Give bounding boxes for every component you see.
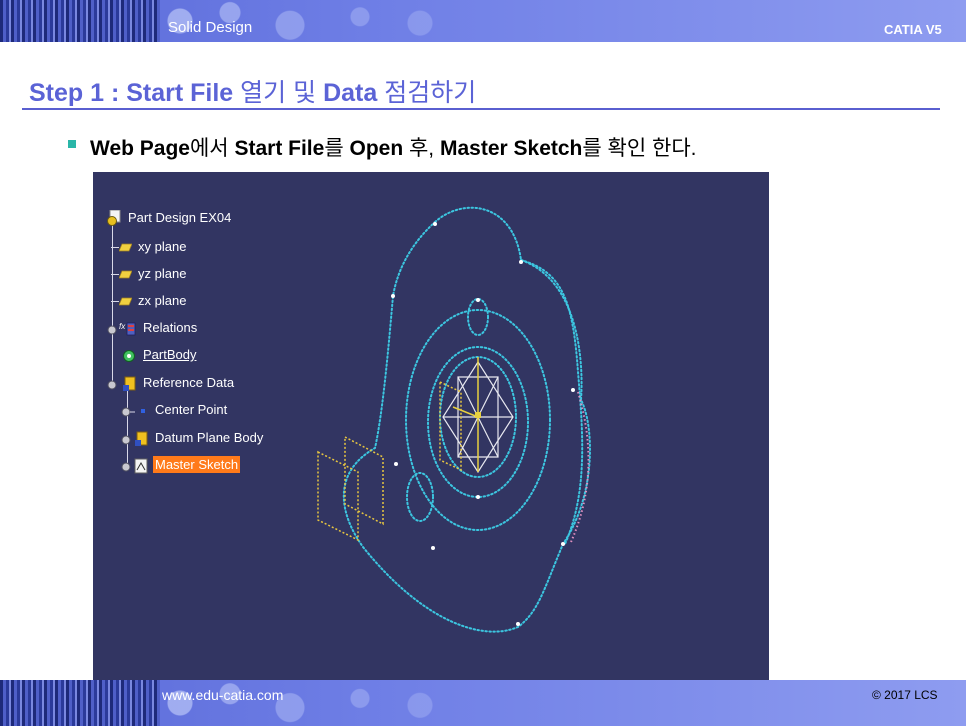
sketch-icon xyxy=(121,458,148,474)
tree-node-label: Part Design EX04 xyxy=(128,210,232,225)
page-title: Step 1 : Start File 열기 및 Data 점검하기 xyxy=(29,73,476,109)
section-title: Solid Design xyxy=(168,19,253,36)
partbody-icon xyxy=(123,349,135,362)
point-icon xyxy=(121,407,145,417)
instruction-part: Start File xyxy=(234,137,325,160)
instruction-part: 후, xyxy=(403,137,440,160)
instruction-part: 에서 xyxy=(189,137,235,160)
tree-branch xyxy=(111,247,119,249)
tree-node-label: Master Sketch xyxy=(153,456,241,473)
footer-band: www.edu-catia.com © 2017 LCS xyxy=(0,680,966,726)
instruction: Web Page에서 Start File를 Open 후, Master Sk… xyxy=(68,132,697,162)
tree-node-label: Reference Data xyxy=(143,375,235,390)
plane-icon xyxy=(119,243,132,252)
tree-node-master-sketch[interactable]: Master Sketch xyxy=(121,456,241,474)
tree-node-relations[interactable]: fx Relations xyxy=(107,320,199,337)
tree-node-root[interactable]: Part Design EX04 xyxy=(107,210,233,227)
tree-node-label: Datum Plane Body xyxy=(155,430,264,445)
geometrical-set-icon xyxy=(107,376,136,391)
plane-icon xyxy=(119,270,132,279)
tree-node-label: zx plane xyxy=(138,293,187,308)
tree-branch xyxy=(111,274,119,276)
header-band: Solid Design CATIA V5 xyxy=(0,0,966,42)
instruction-part: Web Page xyxy=(90,137,190,160)
footer-copyright: © 2017 LCS xyxy=(872,688,938,702)
instruction-part: Master Sketch xyxy=(439,137,583,160)
tree-node-partbody[interactable]: PartBody xyxy=(107,347,198,364)
plane-icon xyxy=(119,297,132,306)
relations-icon: fx xyxy=(107,322,136,335)
instruction-part: 를 확인 한다. xyxy=(582,137,697,160)
bullet-icon xyxy=(68,140,76,149)
instruction-part: 를 xyxy=(324,137,350,160)
geometrical-set-icon xyxy=(121,431,148,446)
tree-node-datum-plane-body[interactable]: Datum Plane Body xyxy=(121,430,265,447)
catia-viewport[interactable]: Part Design EX04 xy plane yz plane zx pl… xyxy=(93,172,769,680)
tree-node-reference-data[interactable]: Reference Data xyxy=(107,375,236,392)
title-rest-1: 열기 및 xyxy=(233,79,324,107)
tree-node-label: Center Point xyxy=(155,402,228,417)
tree-node-label: PartBody xyxy=(143,347,197,362)
footer-decoration xyxy=(0,680,160,726)
title-rest-2: 점검하기 xyxy=(377,79,477,107)
product-name: CATIA V5 xyxy=(884,22,942,37)
tree-node-label: xy plane xyxy=(138,239,187,254)
title-step: Step 1 : Start File xyxy=(29,79,234,107)
title-divider xyxy=(22,108,940,110)
header-decoration xyxy=(0,0,160,42)
title-data: Data xyxy=(323,79,378,107)
tree-node-xy-plane[interactable]: xy plane xyxy=(111,239,188,254)
tree-line xyxy=(127,388,128,468)
tree-node-label: Relations xyxy=(143,320,198,335)
tree-node-zx-plane[interactable]: zx plane xyxy=(111,293,188,308)
footer-url[interactable]: www.edu-catia.com xyxy=(162,687,283,703)
tree-branch xyxy=(111,301,119,303)
part-icon xyxy=(107,210,121,227)
svg-text:fx: fx xyxy=(119,322,126,331)
tree-node-center-point[interactable]: Center Point xyxy=(121,402,229,419)
tree-node-yz-plane[interactable]: yz plane xyxy=(111,266,188,281)
tree-node-label: yz plane xyxy=(138,266,187,281)
specification-tree: Part Design EX04 xy plane yz plane zx pl… xyxy=(93,172,293,492)
instruction-part: Open xyxy=(349,137,404,160)
